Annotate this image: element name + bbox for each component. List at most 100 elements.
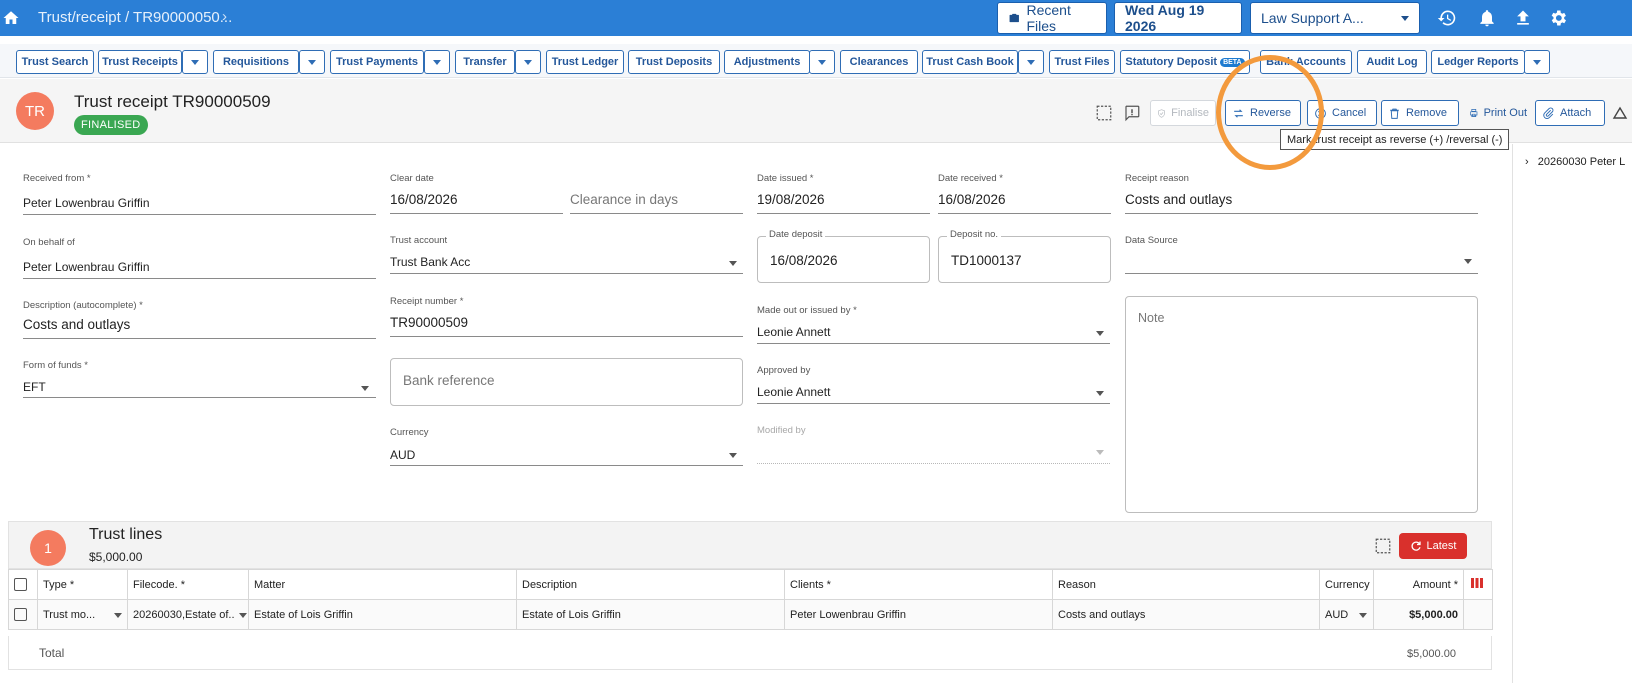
tab-clearances[interactable]: Clearances [840,50,918,74]
tab-adjustments-dropdown[interactable] [809,50,835,74]
tab-adjustments[interactable]: Adjustments [724,50,810,74]
column-header-description[interactable]: Description [516,569,785,600]
trust-lines-header [8,521,1492,569]
tab-trust-receipts-dropdown[interactable] [182,50,208,74]
tab-trust-payments-dropdown[interactable] [424,50,450,74]
print-out-button[interactable]: Print Out [1463,100,1533,126]
account-select[interactable]: Law Support A... [1250,2,1420,34]
on-behalf-of-field[interactable]: Peter Lowenbrau Griffin [23,260,150,274]
received-from-field[interactable]: Peter Lowenbrau Griffin [23,196,150,210]
clearance-days-field[interactable]: Clearance in days [570,192,678,207]
currency-cell[interactable]: AUD [1319,599,1374,630]
recent-files-button[interactable]: Recent Files [997,2,1107,34]
chevron-down-icon [114,613,122,618]
tab-ledger-reports[interactable]: Ledger Reports [1431,50,1525,74]
column-header-clients[interactable]: Clients * [784,569,1053,600]
tab-trust-cash-book[interactable]: Trust Cash Book [922,50,1018,74]
table-row[interactable]: Trust mo... 20260030,Estate of... Estate… [8,599,1493,630]
chevron-down-icon[interactable] [729,261,737,266]
tab-trust-deposits[interactable]: Trust Deposits [628,50,720,74]
tab-trust-search[interactable]: Trust Search [16,50,94,74]
clear-date-field[interactable]: 16/08/2026 [390,192,458,207]
latest-label: Latest [1426,540,1457,552]
latest-button[interactable]: Latest [1399,533,1467,559]
account-label: Law Support A... [1261,10,1364,26]
bell-icon[interactable] [1477,8,1497,28]
tab-trust-files[interactable]: Trust Files [1049,50,1115,74]
breadcrumb[interactable]: Trust/receipt / TR90000050... [38,9,232,26]
column-header-matter[interactable]: Matter [248,569,517,600]
chevron-down-icon[interactable] [1096,391,1104,396]
clear-date-label: Clear date [390,173,434,184]
date-received-field[interactable]: 16/08/2026 [938,192,1006,207]
form-of-funds-select[interactable]: EFT [23,380,46,394]
currency-select[interactable]: AUD [390,448,415,462]
type-cell[interactable]: Trust mo... [37,599,128,630]
tab-ledger-reports-dropdown[interactable] [1524,50,1550,74]
date-issued-field[interactable]: 19/08/2026 [757,192,825,207]
approved-by-select[interactable]: Leonie Annett [757,385,830,399]
matter-cell[interactable]: Estate of Lois Griffin [248,599,517,630]
tab-trust-receipts[interactable]: Trust Receipts [98,50,182,74]
history-icon[interactable] [1437,8,1457,28]
tab-requisitions[interactable]: Requisitions [213,50,299,74]
trust-lines-table: Type * Filecode. * Matter Description Cl… [8,569,1493,630]
date-button[interactable]: Wed Aug 19 2026 [1114,2,1242,34]
column-header-amount[interactable]: Amount * [1373,569,1464,600]
row-checkbox[interactable] [8,599,38,630]
clients-cell[interactable]: Peter Lowenbrau Griffin [784,599,1053,630]
column-header-currency[interactable]: Currency [1319,569,1374,600]
upload-icon[interactable] [1513,8,1533,28]
tab-trust-payments[interactable]: Trust Payments [330,50,424,74]
select-area-icon[interactable] [1095,104,1113,122]
print-out-label: Print Out [1483,107,1527,119]
tab-trust-ledger[interactable]: Trust Ledger [546,50,624,74]
gear-icon[interactable] [1548,8,1568,28]
date-deposit-field[interactable]: 16/08/2026 [757,236,930,283]
chevron-down-icon[interactable] [361,386,369,391]
column-header-type[interactable]: Type * [37,569,128,600]
tab-requisitions-dropdown[interactable] [299,50,325,74]
chevron-right-icon: › [222,8,227,25]
column-header-filecode[interactable]: Filecode. * [127,569,249,600]
filecode-cell[interactable]: 20260030,Estate of... [127,599,249,630]
select-area-icon[interactable] [1374,537,1392,555]
remove-button[interactable]: Remove [1381,100,1459,126]
description-cell[interactable]: Estate of Lois Griffin [516,599,785,630]
page-title: Trust receipt TR90000509 [74,92,271,111]
receipt-reason-field[interactable]: Costs and outlays [1125,192,1232,207]
bank-reference-field[interactable]: Bank reference [390,358,743,406]
tree-item[interactable]: › 20260030 Peter L [1525,156,1625,168]
deposit-no-value: TD1000137 [951,253,1022,268]
finalise-button[interactable]: Finalise [1150,100,1216,126]
approved-by-underline [757,403,1110,404]
chevron-down-icon[interactable] [1096,331,1104,336]
chevron-down-icon[interactable] [1464,259,1472,264]
description-field[interactable]: Costs and outlays [23,317,130,332]
home-icon[interactable] [2,9,20,27]
tab-transfer-dropdown[interactable] [515,50,541,74]
reason-cell[interactable]: Costs and outlays [1052,599,1320,630]
amount-cell[interactable]: $5,000.00 [1373,599,1464,630]
tab-statutory-deposit[interactable]: Statutory Deposit BETA [1120,50,1250,74]
attach-button[interactable]: Attach [1535,100,1605,126]
chevron-down-icon [308,59,316,65]
receipt-number-field[interactable]: TR90000509 [390,315,468,330]
tab-audit-log[interactable]: Audit Log [1357,50,1427,74]
collapse-up-icon[interactable] [1612,106,1628,120]
chevron-down-icon [524,59,532,65]
made-out-by-select[interactable]: Leonie Annett [757,325,830,339]
column-chooser-icon[interactable] [1463,569,1493,600]
chevron-down-icon [1533,59,1541,65]
note-field[interactable]: Note [1125,296,1478,513]
chevron-down-icon [1096,450,1104,455]
deposit-no-field[interactable]: TD1000137 [938,236,1111,283]
chevron-down-icon[interactable] [729,453,737,458]
tab-transfer[interactable]: Transfer [455,50,515,74]
comment-alert-icon[interactable] [1123,104,1141,122]
column-header-reason[interactable]: Reason [1052,569,1320,600]
shield-check-icon [1158,108,1165,118]
tab-trust-cash-book-dropdown[interactable] [1018,50,1044,74]
select-all-checkbox[interactable] [8,569,38,600]
trust-account-select[interactable]: Trust Bank Acc [390,255,470,269]
